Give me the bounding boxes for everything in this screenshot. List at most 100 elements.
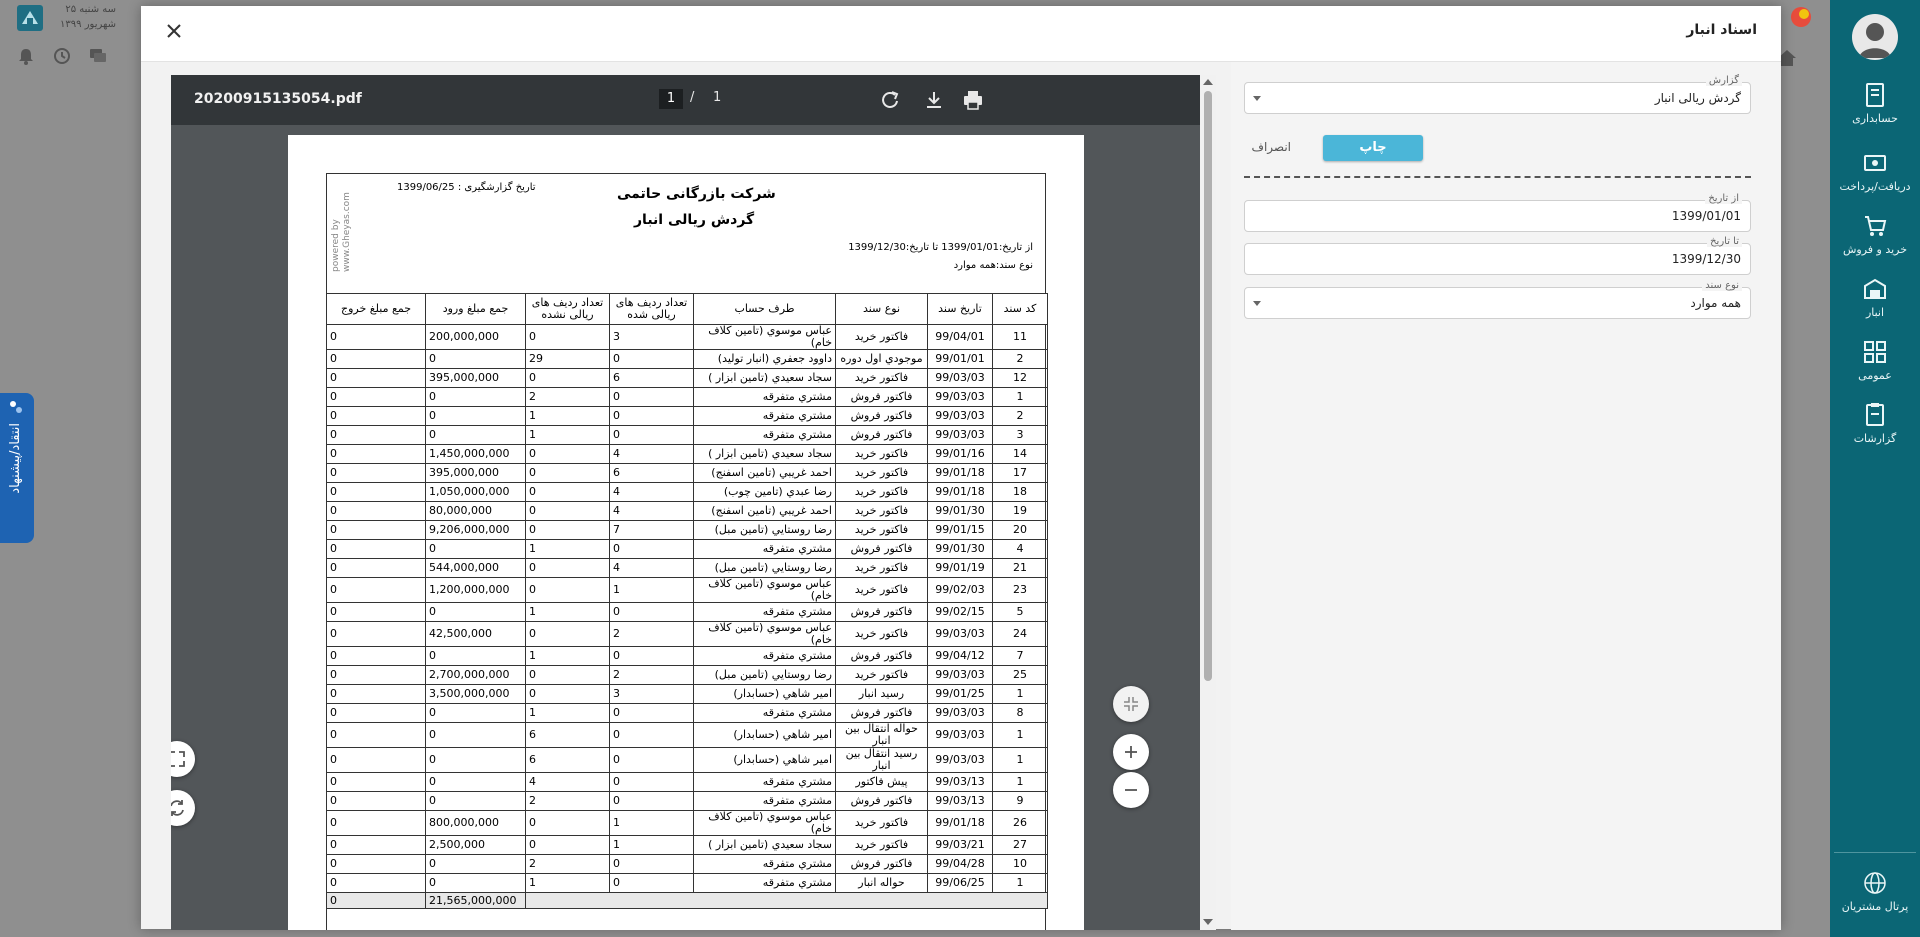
cell-code: 19	[992, 501, 1048, 521]
nav-warehouse[interactable]: انبار	[1830, 276, 1920, 336]
print-button[interactable]: چاپ	[1323, 135, 1423, 161]
table-row: 1 99/03/03 رسید انتقال بین انبار امير شاهي …	[326, 747, 1048, 773]
cell-in-total: 1,450,000,000	[425, 444, 526, 464]
table-row: 5 99/02/15 فاکتور فروش مشتري متفرقه 0 1 0 0	[326, 602, 1048, 622]
cell-code: 4	[992, 539, 1048, 559]
feedback-tab[interactable]: انتقاد/پیشنهاد	[0, 393, 34, 543]
cell-code: 3	[992, 425, 1048, 445]
chat-icon[interactable]	[88, 46, 108, 66]
scroll-thumb[interactable]	[1204, 91, 1212, 681]
cell-out-total: 0	[326, 665, 426, 685]
cell-code: 27	[992, 835, 1048, 855]
print-icon[interactable]	[961, 88, 985, 112]
scroll-down-arrow[interactable]	[1203, 919, 1213, 925]
page-number-input[interactable]: 1	[659, 89, 683, 109]
table-row: 10 99/04/28 فاکتور فروش مشتري متفرقه 0 2 0 0	[326, 854, 1048, 874]
from-date-field[interactable]: از تاریخ 1399/01/01	[1244, 193, 1751, 232]
cell-in-total: 800,000,000	[425, 810, 526, 836]
rotate-icon[interactable]	[878, 88, 902, 112]
doc-type-select[interactable]: نوع سند همه موارد	[1244, 280, 1751, 319]
modal-body: گزارش گردش ریالی انبار چاپ انصراف از تار…	[141, 61, 1781, 930]
cell-out-total: 0	[326, 703, 426, 723]
cell-code: 20	[992, 520, 1048, 540]
website-text: www.Gheyas.com	[342, 192, 352, 272]
nav-accounting[interactable]: حسابداری	[1830, 82, 1920, 142]
cell-date: 99/03/03	[927, 621, 993, 647]
total-label-cell	[525, 892, 1048, 909]
cell-unpriced-rows: 0	[525, 368, 610, 388]
cell-code: 1	[992, 772, 1048, 792]
cell-in-total: 0	[425, 791, 526, 811]
nav-item-label: حسابداری	[1852, 112, 1898, 125]
cell-type: فاکتور خرید	[835, 520, 928, 540]
report-select[interactable]: گزارش گردش ریالی انبار	[1244, 75, 1751, 114]
nav-general[interactable]: عمومی	[1830, 339, 1920, 399]
viewer-scrollbar[interactable]	[1200, 75, 1216, 930]
close-icon[interactable]	[165, 22, 183, 40]
cell-date: 99/04/28	[927, 854, 993, 874]
col-in-total: جمع مبلغ ورود	[425, 293, 526, 325]
cell-party: عباس موسوي (تامين كلاف خام)	[693, 621, 836, 647]
fullscreen-button[interactable]	[171, 741, 195, 777]
cell-party: رضا عبدي (تامين چوب)	[693, 482, 836, 502]
zoom-in-button[interactable]	[1113, 734, 1149, 770]
cell-priced-rows: 0	[609, 602, 694, 622]
cell-priced-rows: 1	[609, 835, 694, 855]
cell-in-total: 0	[425, 747, 526, 773]
app-header: سه شنبه ۲۵ شهریور ۱۳۹۹	[0, 0, 140, 75]
cell-priced-rows: 4	[609, 444, 694, 464]
cell-code: 1	[992, 387, 1048, 407]
cancel-button[interactable]: انصراف	[1252, 140, 1291, 154]
cell-in-total: 1,050,000,000	[425, 482, 526, 502]
cell-priced-rows: 0	[609, 349, 694, 369]
cell-code: 8	[992, 703, 1048, 723]
page-total: 1	[713, 90, 722, 105]
cell-type: فاکتور فروش	[835, 602, 928, 622]
zoom-out-button[interactable]	[1113, 772, 1149, 808]
fullscreen-icon	[171, 751, 185, 767]
cell-out-total: 0	[326, 772, 426, 792]
bell-icon[interactable]	[16, 46, 36, 66]
cell-code: 10	[992, 854, 1048, 874]
to-date-field[interactable]: تا تاریخ 1399/12/30	[1244, 236, 1751, 275]
table-row: 1 99/06/25 حواله انبار مشتري متفرقه 0 1 0 0	[326, 873, 1048, 893]
cell-date: 99/03/03	[927, 722, 993, 748]
col-party: طرف حساب	[693, 293, 836, 325]
nav-reports[interactable]: گزارشات	[1830, 402, 1920, 462]
cell-out-total: 0	[326, 577, 426, 603]
cell-unpriced-rows: 4	[525, 772, 610, 792]
cell-in-total: 1,200,000,000	[425, 577, 526, 603]
cell-date: 99/01/30	[927, 539, 993, 559]
table-row: 25 99/03/03 فاکتور خرید رضا روستايي (تامين …	[326, 665, 1048, 685]
cell-out-total: 0	[326, 324, 426, 350]
nav-cash[interactable]: دریافت/پرداخت	[1830, 150, 1920, 210]
cell-unpriced-rows: 1	[525, 873, 610, 893]
cell-type: فاکتور خرید	[835, 463, 928, 483]
table-row: 18 99/01/18 فاکتور خرید رضا عبدي (تامين چوب…	[326, 482, 1048, 502]
cell-code: 9	[992, 791, 1048, 811]
cell-code: 23	[992, 577, 1048, 603]
total-out: 0	[326, 892, 426, 909]
date-month: شهریور ۱۳۹۹	[60, 19, 116, 30]
notification-badge-icon[interactable]	[1790, 6, 1812, 28]
table-row: 20 99/01/15 فاکتور خرید رضا روستايي (تامين …	[326, 520, 1048, 540]
table-row: 12 99/03/03 فاکتور خرید سجاد سعيدي (تامين ا…	[326, 368, 1048, 388]
download-icon[interactable]	[922, 88, 946, 112]
history-icon[interactable]	[52, 46, 72, 66]
cell-out-total: 0	[326, 558, 426, 578]
fit-page-button[interactable]	[1113, 686, 1149, 722]
scroll-up-arrow[interactable]	[1203, 79, 1213, 85]
nav-sales[interactable]: خرید و فروش	[1830, 213, 1920, 273]
cell-code: 1	[992, 873, 1048, 893]
nav-item-label: گزارشات	[1853, 432, 1897, 445]
cell-unpriced-rows: 1	[525, 703, 610, 723]
cell-party: مشتري متفرقه	[693, 539, 836, 559]
cell-unpriced-rows: 0	[525, 482, 610, 502]
refresh-button[interactable]	[171, 790, 195, 826]
nav-customer-portal[interactable]: پرتال مشتریان	[1830, 870, 1920, 913]
cell-unpriced-rows: 0	[525, 324, 610, 350]
table-row: 11 99/04/01 فاکتور خرید عباس موسوي (تامين ك…	[326, 324, 1048, 350]
warehouse-icon	[1864, 278, 1886, 299]
table-row: 24 99/03/03 فاکتور خرید عباس موسوي (تامين ك…	[326, 621, 1048, 647]
user-avatar[interactable]	[1852, 14, 1898, 60]
